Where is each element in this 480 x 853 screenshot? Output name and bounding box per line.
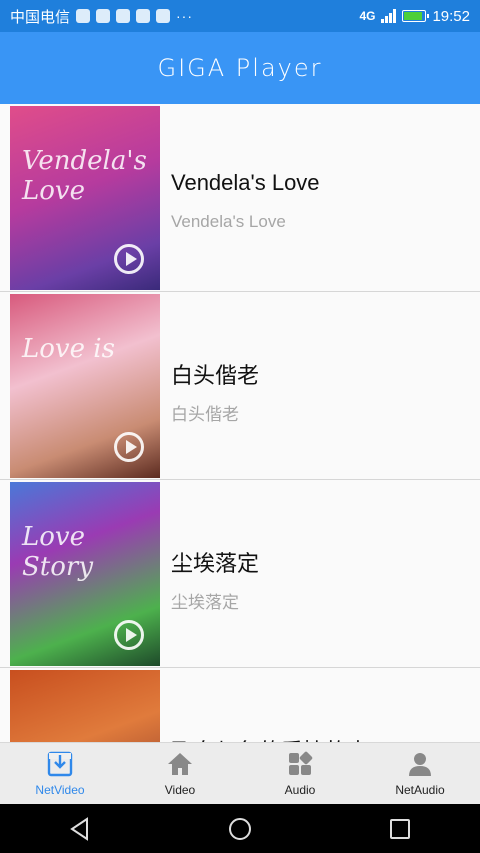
battery-level [404,12,423,20]
home-icon [168,753,192,775]
play-icon[interactable] [114,620,144,650]
tab-netaudio[interactable]: NetAudio [360,743,480,805]
tab-label: NetVideo [35,783,85,797]
video-subtitle: Vendela's Love [171,212,286,231]
video-title: 白头偕老 [171,363,260,388]
app-notification-icon [76,9,91,23]
system-nav-bar [0,804,480,853]
app-notification-icon [136,9,151,23]
play-icon[interactable] [114,244,144,274]
app-notification-icon [96,9,111,23]
tab-label: Audio [284,783,316,797]
video-title: 尘埃落定 [171,551,260,576]
more-notifications-icon: ··· [176,8,194,24]
tab-label: Video [164,783,196,797]
thumbnail-caption: Vendela's Love [22,146,147,206]
home-button-icon[interactable] [227,816,253,842]
thumbnail-caption: Love Story [22,522,94,582]
tab-video[interactable]: Video [120,743,240,805]
video-thumbnail [10,670,160,742]
recent-apps-icon[interactable] [387,816,413,842]
status-bar: 中国电信 ··· 4G 19:52 [0,0,480,32]
video-list-item[interactable]: Love Story 尘埃落定 尘埃落定 [0,480,480,668]
video-title: 飞鸟与鱼的爱情故事 [171,734,369,742]
app-title: GIGA Player [157,54,323,82]
status-bar-left: 中国电信 ··· [10,6,193,27]
app-notification-icon [156,9,171,23]
grid-icon [289,751,313,775]
thumbnail-caption: Love is [22,334,115,364]
video-thumbnail: Love is [10,294,160,478]
video-subtitle: 白头偕老 [171,405,239,424]
video-title: Vendela's Love [171,170,320,195]
app-notification-icon [116,9,131,23]
battery-icon [402,10,430,22]
carrier-label: 中国电信 [10,8,71,26]
status-bar-right: 4G 19:52 [359,8,470,25]
tab-netvideo[interactable]: NetVideo [0,743,120,805]
signal-icon [381,9,397,23]
app-bar: GIGA Player [0,32,480,104]
video-list-item[interactable]: 飞鸟与鱼的爱情故事 [0,668,480,742]
back-icon[interactable] [67,816,93,842]
tab-audio[interactable]: Audio [240,743,360,805]
tab-label: NetAudio [395,783,445,797]
video-list-item[interactable]: Love is 白头偕老 白头偕老 [0,292,480,480]
video-thumbnail: Love Story [10,482,160,666]
video-list-item[interactable]: Vendela's Love Vendela's Love Vendela's … [0,104,480,292]
network-type-label: 4G [359,9,376,23]
clock: 19:52 [432,7,470,25]
play-icon[interactable] [114,432,144,462]
video-subtitle: 尘埃落定 [171,593,239,612]
person-icon [409,753,431,776]
download-icon [47,751,73,777]
bottom-nav: NetVideo Video Audio NetAudio [0,742,480,805]
video-list[interactable]: Vendela's Love Vendela's Love Vendela's … [0,104,480,742]
video-thumbnail: Vendela's Love [10,106,160,290]
